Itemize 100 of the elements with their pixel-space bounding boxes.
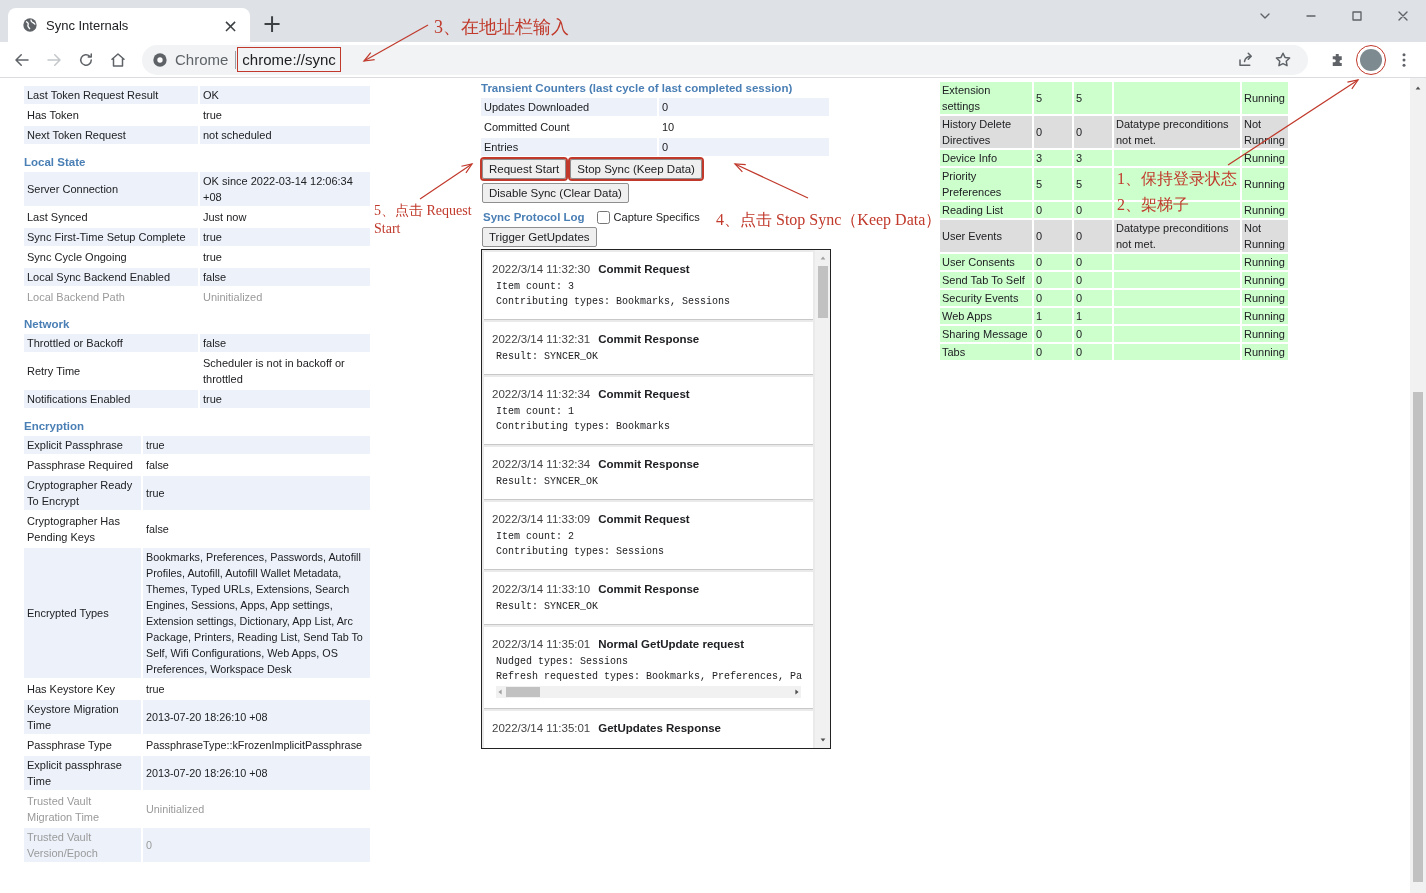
table-cell: 0 bbox=[1074, 116, 1112, 148]
field-value: true bbox=[145, 682, 166, 697]
field-label: Entries bbox=[481, 138, 657, 156]
site-label: Chrome bbox=[175, 51, 229, 68]
field-label: Passphrase Required bbox=[26, 458, 134, 473]
annotation-arrow bbox=[419, 163, 474, 200]
table-cell: Running bbox=[1242, 202, 1288, 218]
table-cell: 0 bbox=[1074, 326, 1112, 342]
entry-title: Commit Response bbox=[598, 457, 700, 472]
table-cell: Running bbox=[1242, 308, 1288, 324]
field-label: Local Sync Backend Enabled bbox=[24, 268, 198, 286]
timestamp: 2022/3/14 11:33:09 bbox=[492, 512, 591, 527]
table-cell: 1 bbox=[1034, 308, 1072, 324]
reload-icon[interactable] bbox=[77, 50, 95, 69]
detail-line: Contributing types: Bookmarks, Sessions bbox=[496, 295, 731, 309]
field-label: Encrypted Types bbox=[24, 548, 141, 678]
detail-line: Result: SYNCER_OK bbox=[496, 475, 599, 489]
globe-icon bbox=[22, 17, 38, 33]
table-cell: User Consents bbox=[940, 254, 1032, 270]
scrollbar-thumb[interactable] bbox=[817, 266, 828, 318]
maximize-icon[interactable] bbox=[1349, 8, 1365, 24]
table-cell: User Events bbox=[940, 220, 1032, 252]
table-cell: Security Events bbox=[940, 290, 1032, 306]
address-bar[interactable]: Chrome chrome://sync bbox=[142, 44, 1308, 75]
table-cell: 0 bbox=[1034, 202, 1072, 218]
detail-line: Contributing types: Bookmarks bbox=[496, 420, 671, 434]
field-label: Retry Time bbox=[26, 364, 82, 379]
action-button[interactable]: Disable Sync (Clear Data) bbox=[482, 183, 629, 203]
annotation-text: 3、在地址栏输入 bbox=[434, 16, 569, 38]
horizontal-scrollbar[interactable] bbox=[496, 686, 801, 698]
field-label: Keystore Migration Time bbox=[24, 700, 141, 734]
timestamp: 2022/3/14 11:35:01 bbox=[492, 721, 591, 736]
annotation-arrow bbox=[362, 24, 429, 62]
close-tab-button[interactable]: × bbox=[218, 14, 242, 36]
field-value: Just now bbox=[202, 210, 248, 225]
field-label: Explicit passphrase Time bbox=[24, 756, 141, 790]
table-cell: 0 bbox=[1034, 290, 1072, 306]
down-arrow-icon bbox=[818, 736, 827, 744]
section-heading: Local State bbox=[24, 155, 87, 170]
entry-title: GetUpdates Response bbox=[598, 721, 721, 736]
field-label: Trusted Vault Version/Epoch bbox=[24, 828, 141, 862]
table-cell: 0 bbox=[1074, 202, 1112, 218]
section-heading: Network bbox=[24, 317, 71, 332]
table-cell: 5 bbox=[1074, 82, 1112, 114]
scrollbar-thumb[interactable] bbox=[1413, 392, 1423, 882]
table-cell: Tabs bbox=[940, 344, 1032, 360]
left-arrow-icon bbox=[496, 688, 504, 696]
field-value: 2013-07-20 18:26:10 +08 bbox=[143, 756, 370, 790]
new-tab-button[interactable]: + bbox=[258, 10, 287, 38]
action-button[interactable]: Request Start bbox=[482, 159, 567, 179]
table-cell: Running bbox=[1242, 150, 1288, 166]
field-label: Explicit Passphrase bbox=[24, 436, 141, 454]
field-label: Trusted Vault Migration Time bbox=[26, 794, 101, 825]
table-cell: 0 bbox=[1034, 344, 1072, 360]
up-arrow-icon bbox=[1414, 84, 1422, 92]
action-button[interactable]: Stop Sync (Keep Data) bbox=[570, 159, 702, 179]
vertical-scrollbar[interactable] bbox=[815, 250, 830, 748]
table-cell: Running bbox=[1242, 168, 1288, 200]
star-icon[interactable] bbox=[1274, 50, 1292, 69]
field-label: Last Token Request Result bbox=[24, 86, 198, 104]
table-cell: 0 bbox=[1074, 254, 1112, 270]
chrome-logo-icon bbox=[152, 51, 168, 68]
share-icon[interactable] bbox=[1237, 50, 1255, 69]
entry-title: Normal GetUpdate request bbox=[598, 637, 744, 652]
vertical-scrollbar[interactable] bbox=[1410, 78, 1426, 893]
scrollbar-thumb[interactable] bbox=[506, 687, 540, 697]
field-value: 10 bbox=[661, 120, 676, 135]
field-value: true bbox=[202, 250, 223, 265]
table-cell: Running bbox=[1242, 254, 1288, 270]
table-cell: Running bbox=[1242, 82, 1288, 114]
field-value: true bbox=[202, 108, 223, 123]
table-cell: Extension settings bbox=[940, 82, 1032, 114]
field-value: 0 bbox=[659, 138, 829, 156]
detail-line: Item count: 1 bbox=[496, 405, 574, 419]
table-cell: Running bbox=[1242, 272, 1288, 288]
field-value: false bbox=[145, 522, 170, 537]
field-label: Throttled or Backoff bbox=[24, 334, 198, 352]
trigger-button[interactable]: Trigger GetUpdates bbox=[482, 227, 597, 247]
table-cell: Datatype preconditions not met. bbox=[1114, 220, 1240, 252]
home-icon[interactable] bbox=[109, 50, 127, 69]
timestamp: 2022/3/14 11:35:01 bbox=[492, 637, 591, 652]
field-value: false bbox=[200, 268, 370, 286]
table-cell: 0 bbox=[1034, 220, 1072, 252]
table-cell: 5 bbox=[1074, 168, 1112, 200]
table-cell: Running bbox=[1242, 344, 1288, 360]
table-cell: Running bbox=[1242, 290, 1288, 306]
entry-title: Commit Request bbox=[598, 512, 690, 527]
field-label: Sync First-Time Setup Complete bbox=[24, 228, 198, 246]
annotation-text: 4、点击 Stop Sync（Keep Data） bbox=[716, 210, 942, 231]
table-cell: 0 bbox=[1034, 326, 1072, 342]
entry-title: Commit Response bbox=[598, 582, 700, 597]
capture-checkbox[interactable] bbox=[596, 210, 610, 224]
detail-line: Result: SYNCER_OK bbox=[496, 350, 599, 364]
annotation-text: 5、点击 Request Start bbox=[374, 202, 473, 238]
detail-line: Contributing types: Sessions bbox=[496, 545, 665, 559]
browser-tab[interactable]: Sync Internals × bbox=[8, 8, 250, 42]
field-value: Uninitialized bbox=[202, 290, 264, 305]
field-value: 0 bbox=[143, 828, 370, 862]
table-cell: Device Info bbox=[940, 150, 1032, 166]
field-label: Updates Downloaded bbox=[481, 98, 657, 116]
